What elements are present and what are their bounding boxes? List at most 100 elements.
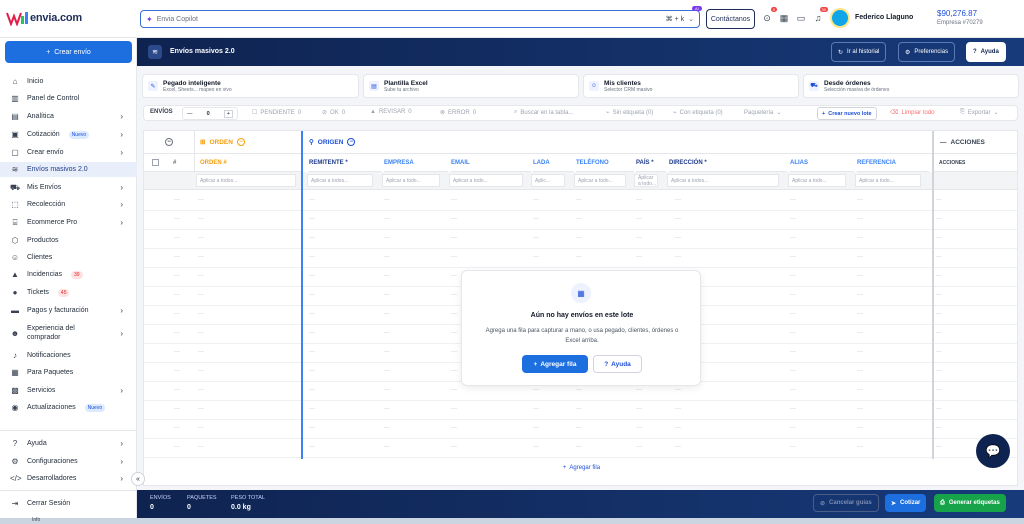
empty-cell[interactable]: —: [790, 330, 796, 336]
empty-cell[interactable]: —: [636, 425, 642, 431]
empty-cell[interactable]: —: [857, 406, 863, 412]
empty-cell[interactable]: —: [790, 216, 796, 222]
empty-cell[interactable]: —: [576, 235, 582, 241]
empty-cell[interactable]: —: [857, 197, 863, 203]
empty-cell[interactable]: —: [174, 444, 180, 450]
empty-cell[interactable]: —: [533, 387, 539, 393]
checkbox-icon[interactable]: [152, 159, 159, 166]
empty-cell[interactable]: —: [174, 216, 180, 222]
empty-cell[interactable]: —: [174, 197, 180, 203]
empty-cell[interactable]: —: [857, 387, 863, 393]
empty-cell[interactable]: —: [198, 444, 204, 450]
empty-cell[interactable]: —: [384, 235, 390, 241]
empty-cell[interactable]: —: [198, 273, 204, 279]
empty-cell[interactable]: —: [790, 273, 796, 279]
card-smart-paste[interactable]: ✎ Pegado inteligente Excel, Sheets... mape…: [142, 74, 359, 98]
contact-button[interactable]: Contáctanos: [706, 9, 755, 29]
empty-cell[interactable]: —: [936, 273, 942, 279]
history-button[interactable]: ↻ Ir al historial: [831, 42, 887, 62]
filter-pending[interactable]: ☐ PENDIENTE 0: [252, 109, 301, 117]
empty-cell[interactable]: —: [384, 292, 390, 298]
empty-cell[interactable]: —: [936, 406, 942, 412]
table-row[interactable]: — — — — — — — — — — — —: [144, 230, 1017, 249]
empty-cell[interactable]: —: [790, 235, 796, 241]
empty-cell[interactable]: —: [384, 387, 390, 393]
minus-circle-icon[interactable]: −: [165, 138, 173, 146]
carrier-dropdown[interactable]: Paquetería ⌄: [744, 109, 781, 117]
sidebar-item-cotización[interactable]: ▣ Cotización Nuevo ›: [0, 127, 137, 142]
sidebar-item-configuraciones[interactable]: ⚙ Configuraciones ›: [0, 454, 137, 469]
filter-input[interactable]: Aplicar a todo...: [788, 174, 846, 187]
empty-cell[interactable]: —: [857, 330, 863, 336]
sidebar-item-ecommerce-pro[interactable]: ⌸ Ecommerce Pro ›: [0, 215, 137, 230]
filter-no-label[interactable]: ⌁ Sin etiqueta (0): [606, 109, 653, 117]
empty-cell[interactable]: —: [198, 216, 204, 222]
help-button[interactable]: ? Ayuda: [966, 42, 1006, 62]
empty-cell[interactable]: —: [174, 235, 180, 241]
empty-cell[interactable]: —: [790, 444, 796, 450]
empty-cell[interactable]: —: [675, 444, 681, 450]
empty-cell[interactable]: —: [174, 368, 180, 374]
empty-cell[interactable]: —: [576, 216, 582, 222]
bell-icon[interactable]: ♫ 30: [812, 7, 828, 24]
empty-cell[interactable]: —: [384, 197, 390, 203]
col-referencia[interactable]: REFERENCIA: [857, 154, 929, 172]
empty-cell[interactable]: —: [309, 444, 315, 450]
empty-cell[interactable]: —: [533, 216, 539, 222]
empty-cell[interactable]: —: [857, 254, 863, 260]
table-row[interactable]: — — — — — — — — — — — —: [144, 420, 1017, 439]
empty-cell[interactable]: —: [636, 197, 642, 203]
col-email[interactable]: EMAIL: [451, 154, 531, 172]
empty-cell[interactable]: —: [790, 368, 796, 374]
empty-cell[interactable]: —: [936, 349, 942, 355]
empty-cell[interactable]: —: [174, 406, 180, 412]
filter-input[interactable]: Aplicar a todo...: [634, 174, 658, 187]
empty-cell[interactable]: —: [790, 292, 796, 298]
user-name[interactable]: Federico Llaguno: [855, 14, 913, 21]
empty-cell[interactable]: —: [174, 254, 180, 260]
empty-cell[interactable]: —: [636, 235, 642, 241]
empty-cell[interactable]: —: [533, 235, 539, 241]
empty-cell[interactable]: —: [198, 235, 204, 241]
empty-cell[interactable]: —: [857, 311, 863, 317]
add-row-button[interactable]: + Agregar fila: [144, 459, 1017, 477]
col-alias[interactable]: ALIAS: [790, 154, 854, 172]
empty-cell[interactable]: —: [384, 273, 390, 279]
table-row[interactable]: — — — — — — — — — — — —: [144, 439, 1017, 458]
empty-cell[interactable]: —: [309, 292, 315, 298]
empty-cell[interactable]: —: [451, 254, 457, 260]
avatar[interactable]: [830, 8, 850, 28]
empty-cell[interactable]: —: [309, 425, 315, 431]
new-batch-button[interactable]: + Crear nuevo lote: [817, 107, 877, 120]
sidebar-item-analítica[interactable]: ▤ Analítica ›: [0, 109, 137, 124]
empty-cell[interactable]: —: [451, 273, 457, 279]
sidebar-item-ayuda[interactable]: ? Ayuda ›: [0, 430, 137, 451]
sidebar-item-desarrolladores[interactable]: </> Desarrolladores ›: [0, 471, 137, 486]
empty-cell[interactable]: —: [309, 197, 315, 203]
empty-cell[interactable]: —: [451, 406, 457, 412]
empty-cell[interactable]: —: [576, 425, 582, 431]
table-search-input[interactable]: ⌕ Buscar en la tabla...: [514, 109, 573, 116]
card-excel-template[interactable]: ▤ Plantilla Excel Sube tu archivo: [363, 74, 579, 98]
empty-cell[interactable]: —: [174, 273, 180, 279]
col-empresa[interactable]: EMPRESA: [384, 154, 448, 172]
filter-input[interactable]: Aplicar a todo...: [855, 174, 921, 187]
empty-cell[interactable]: —: [857, 444, 863, 450]
quote-button[interactable]: ➤ Cotizar: [885, 494, 927, 512]
empty-cell[interactable]: —: [675, 254, 681, 260]
empty-cell[interactable]: —: [675, 235, 681, 241]
sidebar-item-recolección[interactable]: ⬚ Recolección ›: [0, 197, 137, 212]
table-row[interactable]: — — — — — — — — — — — —: [144, 249, 1017, 268]
empty-cell[interactable]: —: [174, 311, 180, 317]
filter-with-label[interactable]: ⌁ Con etiqueta (0): [673, 109, 723, 117]
chat-icon[interactable]: 💬: [976, 434, 1010, 468]
sidebar-item-actualizaciones[interactable]: ◉ Actualizaciones Nuevo: [0, 400, 137, 415]
empty-cell[interactable]: —: [857, 235, 863, 241]
empty-cell[interactable]: —: [451, 387, 457, 393]
card-icon[interactable]: ▭: [795, 12, 807, 24]
empty-cell[interactable]: —: [309, 387, 315, 393]
sidebar-item-tickets[interactable]: ● Tickets 45: [0, 285, 137, 300]
empty-cell[interactable]: —: [857, 425, 863, 431]
empty-cell[interactable]: —: [790, 406, 796, 412]
empty-cell[interactable]: —: [198, 425, 204, 431]
